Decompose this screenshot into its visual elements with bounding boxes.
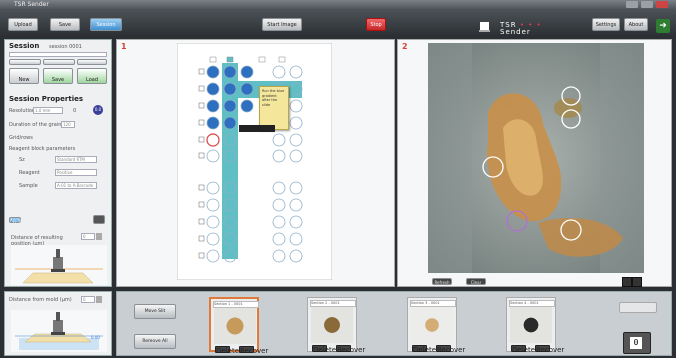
thumbnail-3-recover[interactable]: Recover — [436, 345, 465, 354]
thumbnail-1[interactable]: Section 1 - 0001 Delete Recover — [209, 297, 268, 355]
distance-spinner[interactable] — [96, 233, 102, 240]
counter-value: 0 — [630, 337, 642, 349]
duration-label: Duration of the grains — [9, 122, 64, 128]
param-sample-field[interactable]: A-01 to A-Barcode — [55, 182, 97, 189]
cutter-marker: 0.00 — [91, 335, 100, 340]
distance-field[interactable]: 0 — [81, 233, 95, 240]
thumbnail-2-label: Section 2 - 0001 — [310, 300, 356, 307]
view-1: 1 Run the blue gradient after the slide — [116, 39, 395, 287]
tooltip-bar — [239, 125, 275, 132]
view-2: 2 Refresh Clear — [397, 39, 672, 287]
thumbnail-2-recover[interactable]: Recover — [336, 345, 365, 354]
upload-button[interactable]: Upload — [8, 18, 38, 31]
mold-distance-field[interactable]: 0 — [81, 296, 95, 303]
view-2-number: 2 — [402, 42, 408, 51]
logo-sub: Sender — [500, 28, 531, 36]
view-toggle-icon[interactable] — [622, 277, 632, 287]
reagent-subtitle: Reagent block parameters — [9, 146, 76, 152]
thumbnail-3-image — [411, 307, 453, 343]
thumbnail-2-delete[interactable]: Delete — [312, 345, 336, 354]
mold-distance-spinner[interactable] — [96, 296, 102, 303]
session-title: Session — [9, 42, 40, 50]
tissue-image[interactable] — [428, 43, 644, 273]
thumbnail-4[interactable]: Section 4 - 0001 Delete Recover — [506, 297, 564, 354]
thumbnail-1-image — [214, 308, 256, 344]
clear-button[interactable]: Clear — [466, 278, 486, 285]
thumbnail-2[interactable]: Section 2 - 0001 Delete Recover — [307, 297, 365, 354]
session-button[interactable]: Session — [90, 18, 122, 31]
session-name-field[interactable] — [9, 52, 107, 57]
counter-box: 0 — [623, 332, 651, 354]
fit-icon[interactable] — [632, 277, 642, 287]
lock-icon[interactable] — [93, 215, 105, 224]
settings-button[interactable]: Settings — [592, 18, 620, 31]
tsr-logo — [478, 21, 492, 33]
mold-diagram — [11, 245, 107, 285]
session-name: session 0001 — [49, 44, 82, 50]
minimize-button[interactable] — [626, 1, 638, 8]
new-label: New — [18, 77, 30, 83]
cutter-diagram — [11, 310, 107, 352]
session-option-3[interactable] — [77, 59, 107, 65]
thumbnail-1-delete[interactable]: Delete — [215, 346, 239, 355]
save-button[interactable]: Save — [50, 18, 80, 31]
left-panel: Session session 0001 New Save Load Sessi… — [4, 39, 112, 287]
about-button[interactable]: About — [624, 18, 648, 31]
start-image-button[interactable]: Start Image — [262, 18, 302, 31]
thumbnail-strip: Move Slit Remove All Section 1 - 0001 De… — [116, 291, 672, 356]
param-reagent-label: Reagent — [19, 170, 40, 176]
apply-button[interactable]: Apply — [9, 217, 21, 223]
move-slit-button[interactable]: Move Slit — [134, 304, 176, 319]
param-sample-label: Sample — [19, 183, 38, 189]
logo-text: TSR • • • Sender — [500, 22, 542, 36]
session-option-1[interactable] — [9, 59, 41, 65]
thumbnail-4-recover[interactable]: Recover — [535, 345, 564, 354]
toolbar: Upload Save Session Start Image Stop TSR… — [0, 9, 676, 36]
thumbnail-3-delete[interactable]: Delete — [412, 345, 436, 354]
mold-distance-label: Distance from mold (µm) — [9, 297, 72, 303]
thumbnail-3-label: Section 3 - 0001 — [410, 300, 456, 307]
thumbnail-4-label: Section 4 - 0001 — [509, 300, 555, 307]
well-plate[interactable] — [177, 43, 332, 280]
thumbnail-1-recover[interactable]: Recover — [239, 346, 268, 355]
remove-all-button[interactable]: Remove All — [134, 334, 176, 349]
new-session-button[interactable]: New — [9, 68, 39, 84]
title-bar: TSR Sender — [0, 0, 676, 9]
slider-track[interactable] — [619, 302, 657, 313]
save-session-button[interactable]: Save — [43, 68, 73, 84]
resolution-unit: 0 — [73, 108, 77, 114]
window-title: TSR Sender — [14, 1, 49, 8]
param-sz-field[interactable]: Standard RTM — [55, 156, 97, 163]
logo-icon — [479, 22, 490, 32]
param-reagent-field[interactable]: Positive — [55, 169, 97, 176]
session-option-2[interactable] — [43, 59, 75, 65]
load-session-button[interactable]: Load — [77, 68, 107, 84]
tooltip-text: Run the blue gradient after the slide — [262, 89, 285, 107]
thumbnail-1-label: Section 1 - 0001 — [213, 301, 259, 308]
duration-field[interactable]: 120 — [61, 121, 75, 128]
thumbnail-3[interactable]: Section 3 - 0001 Delete Recover — [407, 297, 465, 354]
save-label: Save — [51, 77, 65, 83]
stop-button[interactable]: Stop — [366, 18, 386, 31]
thumbnail-2-image — [311, 307, 353, 343]
refresh-button[interactable]: Refresh — [432, 278, 452, 285]
distance-panel: Distance from mold (µm) 0 0.00 — [4, 291, 112, 356]
resolution-label: Resolution — [9, 108, 36, 114]
well-tooltip: Run the blue gradient after the slide — [259, 86, 289, 130]
grid-label: Grid/rows — [9, 135, 33, 141]
thumbnail-4-delete[interactable]: Delete — [511, 345, 535, 354]
close-button[interactable] — [656, 1, 668, 8]
exit-icon[interactable]: ➜ — [656, 19, 670, 33]
maximize-button[interactable] — [641, 1, 653, 8]
view-1-number: 1 — [121, 42, 127, 51]
thumbnail-4-image — [510, 307, 552, 343]
properties-title: Session Properties — [9, 95, 84, 103]
resolution-field[interactable]: 1.0 mm — [33, 107, 63, 114]
resolution-badge: 0.0 — [93, 105, 103, 115]
load-label: Load — [86, 77, 98, 83]
param-sz-label: Sz — [19, 157, 25, 163]
